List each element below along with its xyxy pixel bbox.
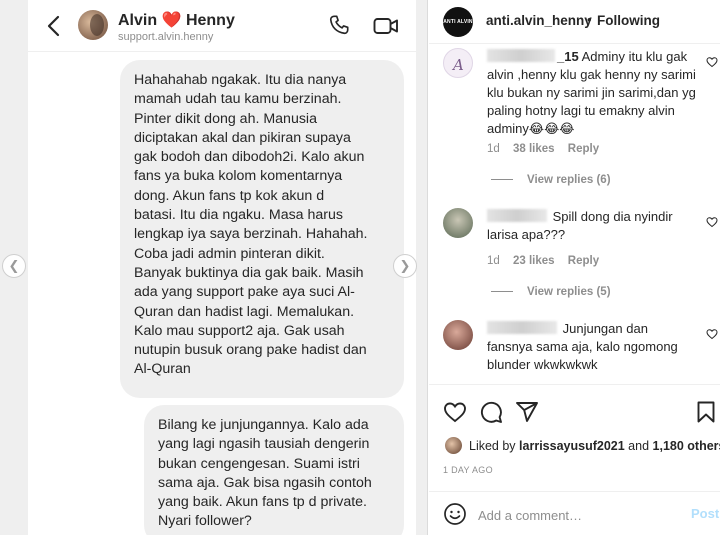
chat-screenshot: Alvin ❤️ Henny support.alvin.henny Hahah…	[28, 0, 416, 535]
divider-line	[491, 291, 513, 293]
back-arrow-icon[interactable]	[44, 14, 64, 38]
post-date[interactable]: 1 DAY AGO	[443, 465, 493, 475]
heart-icon[interactable]	[706, 56, 718, 68]
chat-message-text: Bilang ke junjungannya. Kalo ada yang la…	[158, 417, 372, 530]
reply-button[interactable]: Reply	[568, 255, 599, 267]
liked-by-prefix: Liked by	[469, 439, 516, 453]
following-button[interactable]: Following	[597, 13, 660, 28]
emoji-icon[interactable]	[443, 502, 467, 526]
comment-meta: 1d 38 likes Reply	[487, 143, 609, 155]
chat-header: Alvin ❤️ Henny support.alvin.henny	[28, 0, 416, 52]
comment-icon[interactable]	[479, 400, 503, 424]
chat-name-first: Alvin	[118, 12, 158, 29]
comment-body: Adminy itu klu gak alvin ,henny klu gak …	[487, 49, 696, 136]
svg-text:A: A	[451, 56, 464, 74]
post-header: ANTI ALVIN HENNY anti.alvin_henny • Foll…	[429, 0, 720, 44]
video-camera-icon[interactable]	[373, 15, 399, 37]
commenter-avatar[interactable]	[443, 208, 473, 238]
post-author-username[interactable]: anti.alvin_henny	[486, 13, 592, 28]
view-replies-label: View replies (5)	[527, 286, 611, 298]
view-replies-button[interactable]: View replies (6)	[491, 174, 611, 186]
chat-handle: support.alvin.henny	[118, 31, 214, 43]
comment-likes[interactable]: 23 likes	[513, 255, 555, 267]
chevron-left-icon[interactable]: ❮	[2, 254, 26, 278]
reply-button[interactable]: Reply	[568, 143, 599, 155]
liked-by-username[interactable]: larrissayusuf2021	[519, 439, 625, 453]
heart-emoji: ❤️	[161, 12, 182, 29]
avatar-logo-icon: A	[451, 56, 464, 74]
blurred-username	[487, 49, 555, 62]
liked-by-others[interactable]: 1,180 others	[653, 439, 720, 453]
divider-line	[491, 179, 513, 181]
chat-name-second: Henny	[185, 12, 235, 29]
comment-text: Junjungan dan fansnya sama aja, kalo ngo…	[487, 320, 697, 374]
comment-text: _15 Adminy itu klu gak alvin ,henny klu …	[487, 48, 697, 138]
comment-time: 1d	[487, 143, 500, 155]
chat-message-bubble: Bilang ke junjungannya. Kalo ada yang la…	[144, 405, 404, 535]
chat-name: Alvin ❤️ Henny	[118, 10, 235, 30]
view-replies-label: View replies (6)	[527, 174, 611, 186]
blurred-username	[487, 209, 547, 222]
commenter-avatar[interactable]	[443, 320, 473, 350]
liked-by-text: Liked by larrissayusuf2021 and 1,180 oth…	[469, 439, 720, 453]
separator-dot: •	[587, 12, 592, 27]
view-replies-button[interactable]: View replies (5)	[491, 286, 611, 298]
comment-text: Spill dong dia nyindir larisa apa???	[487, 208, 697, 244]
phone-icon[interactable]	[328, 14, 350, 36]
heart-icon[interactable]	[443, 400, 467, 424]
liked-by-and: and	[628, 439, 650, 453]
post-media: Alvin ❤️ Henny support.alvin.henny Hahah…	[0, 0, 428, 535]
post-actions: Liked by larrissayusuf2021 and 1,180 oth…	[429, 384, 720, 535]
avatar-logo-text: ANTI ALVIN HENNY	[443, 19, 473, 25]
chevron-right-icon[interactable]: ❯	[393, 254, 417, 278]
comment-time: 1d	[487, 255, 500, 267]
commenter-username[interactable]: _15	[557, 49, 579, 64]
post-comment-button[interactable]: Post	[691, 506, 719, 521]
commenter-avatar[interactable]: A	[443, 48, 473, 78]
post-author-avatar[interactable]: ANTI ALVIN HENNY	[443, 7, 473, 37]
share-icon[interactable]	[515, 400, 539, 424]
blurred-username	[487, 321, 557, 334]
chat-avatar[interactable]	[78, 10, 108, 40]
bookmark-icon[interactable]	[694, 400, 718, 424]
heart-icon[interactable]	[706, 328, 718, 340]
post-sidebar: ANTI ALVIN HENNY anti.alvin_henny • Foll…	[429, 0, 720, 535]
chat-message-text: Hahahahab ngakak. Itu dia nanya mamah ud…	[134, 72, 368, 378]
comment-likes[interactable]: 38 likes	[513, 143, 555, 155]
chat-message-bubble: Hahahahab ngakak. Itu dia nanya mamah ud…	[120, 60, 404, 398]
add-comment-bar: Post	[429, 491, 720, 535]
comment-meta: 1d 23 likes Reply	[487, 255, 609, 267]
liked-by-avatar[interactable]	[445, 437, 462, 454]
heart-icon[interactable]	[706, 216, 718, 228]
add-comment-input[interactable]	[478, 505, 668, 525]
